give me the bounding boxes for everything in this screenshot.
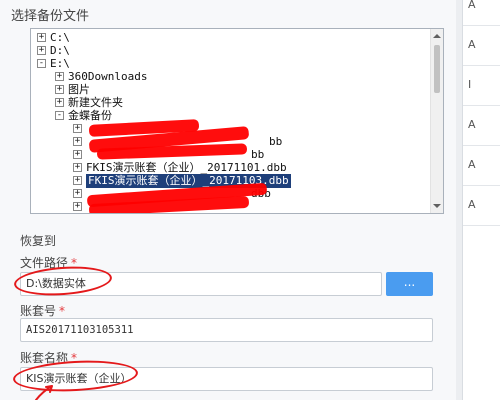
right-panel-row[interactable]: A bbox=[463, 26, 500, 66]
tree-node-label[interactable]: bb bbox=[269, 135, 282, 149]
right-panel-row[interactable]: A bbox=[463, 0, 500, 26]
browse-button[interactable]: ... bbox=[386, 272, 433, 296]
expand-icon[interactable]: + bbox=[37, 46, 46, 55]
expand-icon[interactable]: + bbox=[55, 85, 64, 94]
right-panel-row[interactable]: A bbox=[463, 186, 500, 226]
right-panel-text: A bbox=[468, 158, 476, 171]
scroll-up-arrow-icon[interactable] bbox=[433, 34, 441, 38]
tree-node-label[interactable]: 金蝶备份 bbox=[68, 109, 112, 123]
tree-node-label[interactable]: E:\ bbox=[50, 57, 70, 71]
account-number-label: 账套号 * bbox=[20, 302, 65, 319]
right-panel-row[interactable]: I bbox=[463, 66, 500, 106]
expand-icon[interactable]: + bbox=[37, 33, 46, 42]
tree-scrollbar[interactable] bbox=[430, 29, 443, 213]
right-side-panel: A A I A A A bbox=[462, 0, 500, 400]
tree-node-label[interactable]: D:\ bbox=[50, 44, 70, 58]
scroll-down-arrow-icon[interactable] bbox=[433, 204, 441, 208]
backup-file-tree[interactable]: + C:\ + D:\ - E:\ + 360Downloads + 图片 + … bbox=[30, 28, 444, 214]
tree-node-label[interactable]: C:\ bbox=[50, 31, 70, 45]
expand-icon[interactable]: + bbox=[73, 150, 82, 159]
tree-node-label[interactable]: FKIS演示账套（企业）_20171101.dbb bbox=[86, 161, 287, 175]
restore-to-title: 恢复到 bbox=[20, 234, 57, 248]
tree-node-label[interactable]: bb bbox=[251, 148, 264, 162]
account-number-input[interactable]: AIS20171103105311 bbox=[20, 318, 433, 342]
expand-icon[interactable]: + bbox=[73, 124, 82, 133]
annotation-arrow-icon bbox=[35, 385, 53, 400]
scroll-thumb[interactable] bbox=[434, 45, 440, 93]
required-asterisk: * bbox=[59, 304, 66, 318]
expand-icon[interactable]: + bbox=[55, 72, 64, 81]
expand-icon[interactable]: + bbox=[55, 98, 64, 107]
select-backup-file-title: 选择备份文件 bbox=[11, 9, 90, 24]
right-panel-text: I bbox=[468, 78, 472, 91]
collapse-icon[interactable]: - bbox=[37, 59, 46, 68]
collapse-icon[interactable]: - bbox=[55, 111, 64, 120]
tree-node-label[interactable]: 新建文件夹 bbox=[68, 96, 123, 110]
expand-icon[interactable]: + bbox=[73, 202, 82, 211]
right-panel-text: A bbox=[468, 118, 476, 131]
backup-restore-dialog: 选择备份文件 + C:\ + D:\ - E:\ + 360Downloads … bbox=[0, 0, 462, 400]
expand-icon[interactable]: + bbox=[73, 189, 82, 198]
expand-icon[interactable]: + bbox=[73, 137, 82, 146]
right-panel-row[interactable]: A bbox=[463, 106, 500, 146]
tree-node-label[interactable]: 360Downloads bbox=[68, 70, 147, 84]
right-panel-text: A bbox=[468, 38, 476, 51]
right-panel-text: A bbox=[468, 0, 476, 11]
account-number-label-text: 账套号 bbox=[20, 304, 57, 318]
right-panel-row[interactable]: A bbox=[463, 146, 500, 186]
tree-node-label[interactable]: 图片 bbox=[68, 83, 90, 97]
right-panel-text: A bbox=[468, 198, 476, 211]
expand-icon[interactable]: + bbox=[73, 163, 82, 172]
expand-icon[interactable]: + bbox=[73, 176, 82, 185]
